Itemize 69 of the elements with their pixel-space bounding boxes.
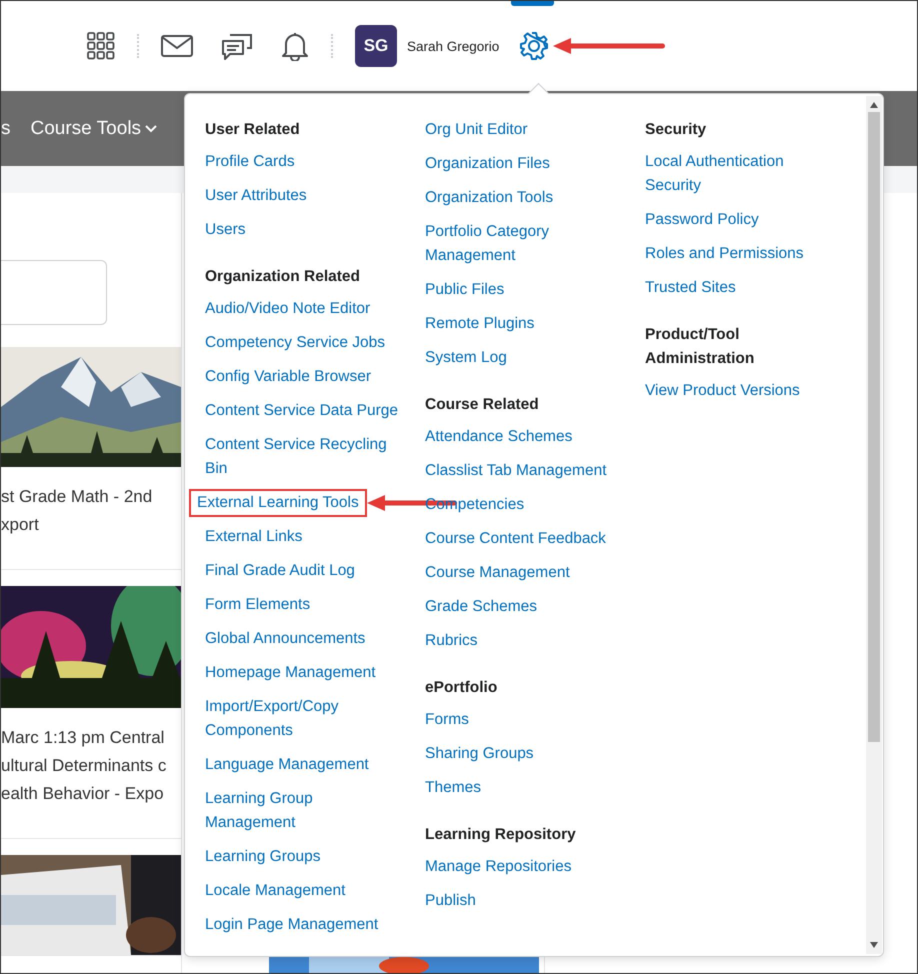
menu-link[interactable]: Form Elements <box>205 593 401 617</box>
menu-link[interactable]: Trusted Sites <box>645 276 841 300</box>
menu-link[interactable]: Locale Management <box>205 879 401 903</box>
menu-link[interactable]: Users <box>205 218 401 242</box>
bell-icon[interactable] <box>281 31 309 61</box>
course-title-text: ealth Behavior - Expo <box>1 783 165 805</box>
course-title-text: st Grade Math - 2nd <box>1 486 154 508</box>
menu-link[interactable]: Learning Group Management <box>205 787 401 835</box>
menu-link[interactable]: Content Service Data Purge <box>205 399 401 423</box>
menu-link[interactable]: Sharing Groups <box>425 742 621 766</box>
menu-link[interactable]: Final Grade Audit Log <box>205 559 401 583</box>
menu-link[interactable]: Profile Cards <box>205 150 401 174</box>
nav-menu-item[interactable]: Course Tools <box>30 118 158 140</box>
scroll-down-icon[interactable] <box>870 942 878 948</box>
menu-link[interactable]: Competency Service Jobs <box>205 331 401 355</box>
search-field[interactable] <box>1 260 107 325</box>
section-heading: Product/Tool Administration <box>645 325 756 369</box>
menu-link[interactable]: View Product Versions <box>645 379 841 403</box>
course-title-text: Marc 1:13 pm Central <box>1 727 166 749</box>
user-name[interactable]: Sarah Gregorio <box>407 38 500 54</box>
menu-link[interactable]: Org Unit Editor <box>425 118 621 142</box>
menu-link[interactable]: Audio/Video Note Editor <box>205 297 401 321</box>
menu-link[interactable]: Attendance Schemes <box>425 425 621 449</box>
menu-link[interactable]: Import/Export/Copy Components <box>205 695 401 743</box>
menu-link[interactable]: External Learning Tools <box>189 489 367 517</box>
menu-link[interactable]: Learning Groups <box>205 845 401 869</box>
menu-link[interactable]: Organization Files <box>425 152 621 176</box>
menu-link[interactable]: Local Authentication Security <box>645 150 841 198</box>
menu-link[interactable]: Login Page Management <box>205 913 401 937</box>
section-heading: User Related <box>205 120 301 140</box>
menu-link[interactable]: Classlist Tab Management <box>425 459 621 483</box>
menu-link[interactable]: Homepage Management <box>205 661 401 685</box>
apps-grid-icon[interactable] <box>87 32 115 60</box>
menu-link[interactable]: Roles and Permissions <box>645 242 841 266</box>
menu-link[interactable]: Competencies <box>425 493 621 517</box>
chat-icon[interactable] <box>221 31 253 61</box>
menu-link[interactable]: System Log <box>425 346 621 370</box>
menu-link[interactable]: Manage Repositories <box>425 855 621 879</box>
mail-icon[interactable] <box>161 35 193 57</box>
menu-link[interactable]: Global Announcements <box>205 627 401 651</box>
menu-link[interactable]: Content Service Recycling Bin <box>205 433 401 481</box>
settings-icon[interactable] <box>519 31 550 61</box>
scrollbar[interactable] <box>866 96 882 954</box>
section-heading: ePortfolio <box>425 678 498 698</box>
course-title-text: xport <box>1 514 40 536</box>
menu-link[interactable]: Publish <box>425 889 621 913</box>
menu-link[interactable]: Themes <box>425 776 621 800</box>
menu-link[interactable]: External Links <box>205 525 401 549</box>
section-heading: Learning Repository <box>425 825 577 845</box>
menu-link[interactable]: Grade Schemes <box>425 595 621 619</box>
course-title-text: ultural Determinants c <box>1 755 168 777</box>
menu-link[interactable]: Portfolio Category Management <box>425 220 621 268</box>
nav-menu-item[interactable]: s <box>1 118 10 140</box>
menu-link[interactable]: Language Management <box>205 753 401 777</box>
section-heading: Course Related <box>425 395 540 415</box>
menu-link[interactable]: Config Variable Browser <box>205 365 401 389</box>
user-avatar[interactable]: SG <box>355 25 397 67</box>
menu-link[interactable]: Rubrics <box>425 629 621 653</box>
menu-link[interactable]: User Attributes <box>205 184 401 208</box>
menu-link[interactable]: Course Content Feedback <box>425 527 621 551</box>
scroll-up-icon[interactable] <box>870 102 878 108</box>
menu-link[interactable]: Public Files <box>425 278 621 302</box>
menu-link[interactable]: Forms <box>425 708 621 732</box>
menu-link[interactable]: Organization Tools <box>425 186 621 210</box>
menu-link[interactable]: Password Policy <box>645 208 841 232</box>
menu-link[interactable]: Remote Plugins <box>425 312 621 336</box>
section-heading: Organization Related <box>205 267 362 287</box>
section-heading: Security <box>645 120 708 140</box>
menu-link[interactable]: Course Management <box>425 561 621 585</box>
